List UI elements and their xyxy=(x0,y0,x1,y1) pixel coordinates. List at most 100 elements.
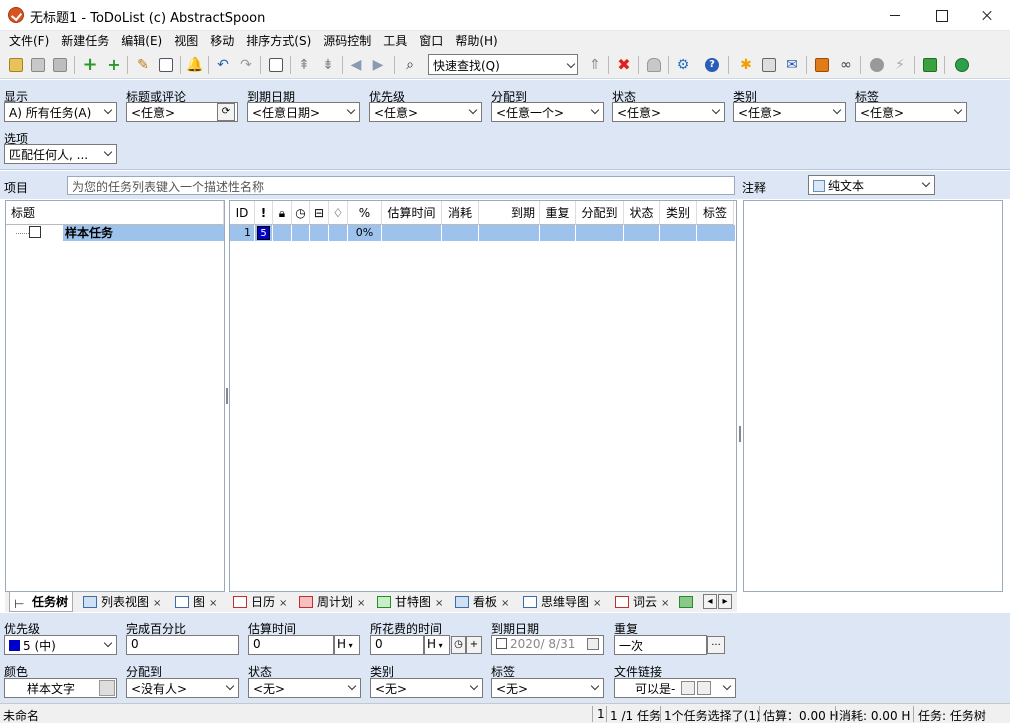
fit-view-icon[interactable] xyxy=(266,55,286,75)
preferences-gear-icon[interactable]: ⚙ xyxy=(673,55,693,75)
notes-editor[interactable] xyxy=(743,200,1003,592)
priority-filter-combo[interactable]: <任意> xyxy=(369,102,482,122)
col-lock[interactable]: 🔒︎ xyxy=(273,201,292,225)
new-star-icon[interactable]: ✱ xyxy=(736,55,756,75)
col-reminder[interactable]: ♢ xyxy=(329,201,348,225)
tab-task-tree[interactable]: ⊢ 任务树 xyxy=(9,592,74,612)
close-button[interactable] xyxy=(964,0,1010,31)
col-file-link[interactable]: ⊟ xyxy=(310,201,329,225)
close-icon[interactable]: × xyxy=(209,598,217,609)
browse-folder-icon[interactable] xyxy=(681,681,695,695)
col-priority[interactable]: ! xyxy=(255,201,273,225)
col-estimate[interactable]: 估算时间 xyxy=(382,201,442,225)
edit-pencil-icon[interactable]: ✎ xyxy=(133,55,153,75)
save-icon[interactable] xyxy=(28,55,48,75)
tab-week-planner[interactable]: 周计划 × xyxy=(299,592,365,612)
close-icon[interactable]: × xyxy=(435,598,443,609)
tab-gantt[interactable]: 甘特图 × xyxy=(377,592,443,612)
menu-tools[interactable]: 工具 xyxy=(377,31,413,51)
col-assigned[interactable]: 分配到 xyxy=(576,201,624,225)
move-down-icon[interactable]: ⇟ xyxy=(318,55,338,75)
col-tags[interactable]: 标签 xyxy=(697,201,734,225)
show-filter-combo[interactable]: A) 所有任务(A) xyxy=(4,102,117,122)
close-icon[interactable]: × xyxy=(661,598,669,609)
category-filter-combo[interactable]: <任意> xyxy=(733,102,846,122)
estimate-unit-combo[interactable]: H ▾ xyxy=(334,635,360,655)
recurrence-options-button[interactable]: ... xyxy=(707,636,725,654)
close-icon[interactable]: × xyxy=(279,598,287,609)
assigned-combo[interactable]: <没有人> xyxy=(126,678,239,698)
lock-icon[interactable] xyxy=(644,55,664,75)
tab-list-view[interactable]: 列表视图 × xyxy=(83,592,161,612)
spent-input[interactable]: 0 xyxy=(370,635,424,655)
print-icon[interactable] xyxy=(759,55,779,75)
email-icon[interactable]: ✉ xyxy=(782,55,802,75)
menu-sort[interactable]: 排序方式(S) xyxy=(240,31,317,51)
add-subtask-icon[interactable]: + xyxy=(104,55,124,75)
tab-chart[interactable]: 图 × xyxy=(175,592,217,612)
tab-more[interactable] xyxy=(679,592,697,612)
edit-card-icon[interactable] xyxy=(156,55,176,75)
redo-icon[interactable]: ↷ xyxy=(236,55,256,75)
undo-icon[interactable]: ↶ xyxy=(213,55,233,75)
task-title[interactable]: 样本任务 xyxy=(63,225,224,241)
close-icon[interactable]: × xyxy=(593,598,601,609)
goto-task-icon[interactable]: ⇑ xyxy=(585,55,605,75)
tag-icon[interactable] xyxy=(812,55,832,75)
menu-edit[interactable]: 编辑(E) xyxy=(115,31,168,51)
find-binoculars-icon[interactable]: ⌕ xyxy=(400,55,420,75)
close-icon[interactable]: × xyxy=(501,598,509,609)
move-right-icon[interactable]: ▶ xyxy=(368,55,388,75)
task-checkbox[interactable] xyxy=(29,226,41,238)
tab-scroll-right-icon[interactable]: ▸ xyxy=(718,594,732,609)
notes-format-combo[interactable]: 纯文本 xyxy=(808,175,935,195)
move-up-icon[interactable]: ⇞ xyxy=(294,55,314,75)
add-time-icon[interactable]: + xyxy=(466,636,482,654)
col-time-tracking[interactable]: ◷ xyxy=(292,201,310,225)
web-globe-icon[interactable] xyxy=(952,55,972,75)
col-category[interactable]: 类别 xyxy=(660,201,697,225)
minimize-button[interactable] xyxy=(872,0,918,31)
stop-icon[interactable] xyxy=(867,55,887,75)
tags-filter-combo[interactable]: <任意> xyxy=(855,102,967,122)
save-all-icon[interactable] xyxy=(50,55,70,75)
add-task-icon[interactable]: + xyxy=(80,55,100,75)
close-icon[interactable]: × xyxy=(153,598,161,609)
tree-header-title[interactable]: 标题 xyxy=(6,201,224,225)
col-percent[interactable]: % xyxy=(348,201,382,225)
tree-row[interactable]: 样本任务 xyxy=(6,225,224,241)
ticket-icon[interactable] xyxy=(920,55,940,75)
menu-new-task[interactable]: 新建任务 xyxy=(55,31,115,51)
status-combo[interactable]: <无> xyxy=(248,678,361,698)
view-file-icon[interactable] xyxy=(697,681,711,695)
calendar-icon[interactable] xyxy=(587,638,599,650)
menu-window[interactable]: 窗口 xyxy=(413,31,449,51)
link-icon[interactable]: ∞ xyxy=(836,55,856,75)
close-icon[interactable]: × xyxy=(357,598,365,609)
lightning-icon[interactable]: ⚡ xyxy=(890,55,910,75)
project-name-input[interactable]: 为您的任务列表键入一个描述性名称 xyxy=(67,176,735,195)
tab-mind-map[interactable]: 思维导图 × xyxy=(523,592,601,612)
tab-calendar[interactable]: 日历 × xyxy=(233,592,287,612)
task-list[interactable]: ID ! 🔒︎ ◷ ⊟ ♢ % 估算时间 消耗 到期 重复 分配到 状态 类别 … xyxy=(229,200,737,592)
menu-source-control[interactable]: 源码控制 xyxy=(317,31,377,51)
splitter-grip[interactable] xyxy=(226,388,228,404)
maximize-button[interactable] xyxy=(918,0,964,31)
reminder-bell-icon[interactable]: 🔔 xyxy=(185,55,205,75)
col-spent[interactable]: 消耗 xyxy=(442,201,479,225)
quick-find-combo[interactable]: 快速查找(Q) xyxy=(428,54,578,75)
file-link-combo[interactable]: 可以是- xyxy=(614,678,736,698)
due-date-picker[interactable]: 2020/ 8/31 xyxy=(491,635,604,655)
tab-kanban[interactable]: 看板 × xyxy=(455,592,509,612)
tab-scroll-left-icon[interactable]: ◂ xyxy=(703,594,717,609)
menu-move[interactable]: 移动 xyxy=(204,31,240,51)
move-left-icon[interactable]: ◀ xyxy=(346,55,366,75)
help-icon[interactable]: ? xyxy=(702,55,722,75)
due-date-checkbox[interactable] xyxy=(496,638,507,649)
splitter-grip[interactable] xyxy=(739,426,741,442)
menu-view[interactable]: 视图 xyxy=(168,31,204,51)
col-recurrence[interactable]: 重复 xyxy=(540,201,576,225)
col-due[interactable]: 到期 xyxy=(479,201,540,225)
col-status[interactable]: 状态 xyxy=(624,201,660,225)
status-filter-combo[interactable]: <任意> xyxy=(612,102,725,122)
